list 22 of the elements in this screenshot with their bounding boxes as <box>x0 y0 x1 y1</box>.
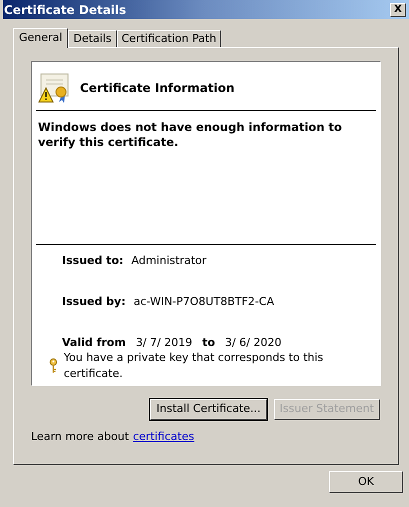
field-label: to <box>202 334 216 351</box>
field-value: 3/ 7/ 2019 <box>136 334 192 351</box>
ok-button[interactable]: OK <box>329 471 403 493</box>
field-label: Valid from <box>62 334 126 351</box>
close-button[interactable]: X <box>390 2 406 16</box>
key-icon <box>49 358 58 374</box>
learn-more-text: Learn more about <box>31 429 129 445</box>
private-key-note: You have a private key that corresponds to this certificate. <box>64 350 324 382</box>
section-heading: Certificate Information <box>80 80 234 97</box>
field-value: Administrator <box>131 252 206 269</box>
tab[interactable]: Details <box>68 30 116 47</box>
certificates-link[interactable]: certificates <box>132 429 194 446</box>
tab[interactable]: General <box>13 28 68 48</box>
window-title: Certificate Details <box>4 2 126 18</box>
warning-message: Windows does not have enough information to verify this certificate. <box>37 119 343 150</box>
field-label: Issued to: <box>62 252 124 269</box>
certificate-warning-icon <box>38 72 70 104</box>
field-label: Issued by: <box>62 294 126 310</box>
field-value: 3/ 6/ 2020 <box>225 334 282 351</box>
field-value: ac-WIN-P7O8UT8BTF2-CA <box>134 294 274 310</box>
action-button[interactable]: Install Certificate... <box>150 399 267 420</box>
tab[interactable]: Certification Path <box>116 30 222 47</box>
